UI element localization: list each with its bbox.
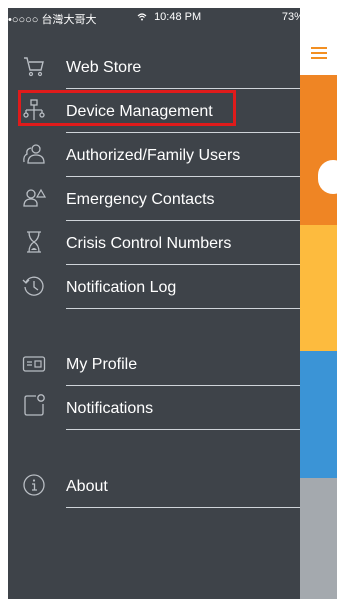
menu-item-authorized-family-users[interactable]: Authorized/Family Users [8,133,300,177]
hamburger-menu-icon[interactable] [311,47,327,59]
info-icon [22,473,46,497]
menu-item-web-store[interactable]: Web Store [8,45,300,89]
menu-item-label: Notification Log [66,279,177,296]
menu-item-label: Authorized/Family Users [66,147,241,164]
orange-panel [300,75,337,225]
profile-card-icon [22,352,46,376]
menu-item-my-profile[interactable]: My Profile [8,342,300,386]
emergency-contact-icon [22,186,46,210]
side-menu: Web Store Device Management Authorized/F… [8,8,300,599]
menu-divider [66,308,300,309]
underlying-screen-strip[interactable] [300,8,337,599]
menu-item-notification-log[interactable]: Notification Log [8,265,300,309]
menu-item-device-management[interactable]: Device Management [8,89,300,133]
device-network-icon [22,98,46,122]
menu-item-label: Device Management [66,103,213,120]
menu-item-label: Web Store [66,59,142,76]
menu-divider [66,507,300,508]
menu-item-emergency-contacts[interactable]: Emergency Contacts [8,177,300,221]
menu-item-label: Crisis Control Numbers [66,235,232,252]
app-screen: •○○○○ 台灣大哥大 10:48 PM 73% Web Store Devic… [8,8,337,599]
menu-divider [66,429,300,430]
users-icon [22,142,46,166]
cart-icon [22,54,46,78]
blue-panel [300,351,337,478]
toggle-knob [318,160,337,194]
menu-item-about[interactable]: About [8,464,300,508]
notification-box-icon [22,393,46,417]
menu-item-label: Notifications [66,400,154,417]
menu-item-notifications[interactable]: Notifications [8,386,300,430]
menu-item-label: My Profile [66,356,138,373]
yellow-panel [300,225,337,351]
menu-item-label: Emergency Contacts [66,191,215,208]
hourglass-icon [22,230,46,254]
gray-panel [300,478,337,599]
history-clock-icon [22,274,46,298]
menu-item-crisis-control-numbers[interactable]: Crisis Control Numbers [8,221,300,265]
menu-item-label: About [66,478,108,495]
